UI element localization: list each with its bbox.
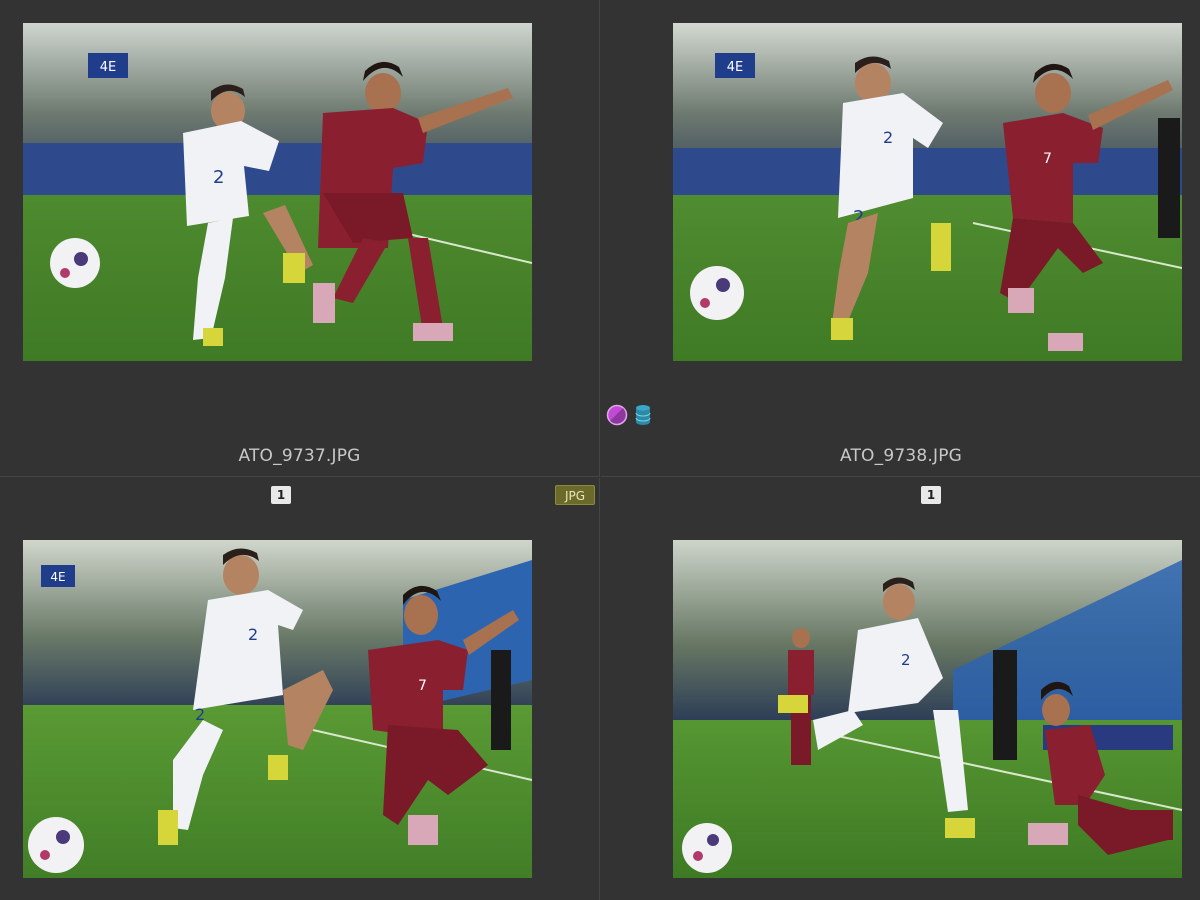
svg-text:4E: 4E — [100, 60, 117, 75]
svg-text:7: 7 — [1043, 151, 1052, 167]
color-label-icon[interactable] — [606, 404, 628, 430]
thumbnail-image[interactable]: 4E 2 2 7 — [673, 23, 1182, 361]
thumbnail-cell[interactable]: 4E 2 ATO_9737.JPG — [0, 0, 600, 477]
rating-badge: 1 — [271, 486, 291, 504]
status-icons — [606, 404, 654, 426]
thumbnail-cell[interactable]: 1 JPG 4E 2 2 7 — [0, 478, 600, 900]
svg-text:2: 2 — [901, 651, 911, 669]
thumbnail-filename: ATO_9737.JPG — [238, 446, 361, 466]
thumbnail-image[interactable]: 4E 2 — [23, 23, 532, 361]
svg-text:2: 2 — [883, 128, 893, 147]
svg-text:4E: 4E — [727, 60, 744, 75]
database-icon[interactable] — [634, 404, 652, 430]
thumbnail-cell[interactable]: 4E 2 2 7 ATO_9738.JPG — [601, 0, 1200, 477]
thumbnail-grid: 4E 2 ATO_9737.JPG 4E 2 2 7 ATO_9738.JPG … — [0, 0, 1200, 900]
svg-text:2: 2 — [213, 167, 224, 188]
thumbnail-image[interactable]: 4E 2 2 7 — [23, 540, 532, 878]
thumbnail-image[interactable]: 2 2 — [673, 540, 1182, 878]
svg-text:2: 2 — [248, 625, 258, 644]
format-badge: JPG — [555, 485, 595, 505]
thumbnail-cell[interactable]: 1 2 — [601, 478, 1200, 900]
rating-badge: 1 — [921, 486, 941, 504]
svg-text:7: 7 — [418, 678, 427, 694]
thumbnail-filename: ATO_9738.JPG — [839, 446, 963, 466]
svg-text:4E: 4E — [50, 570, 65, 584]
